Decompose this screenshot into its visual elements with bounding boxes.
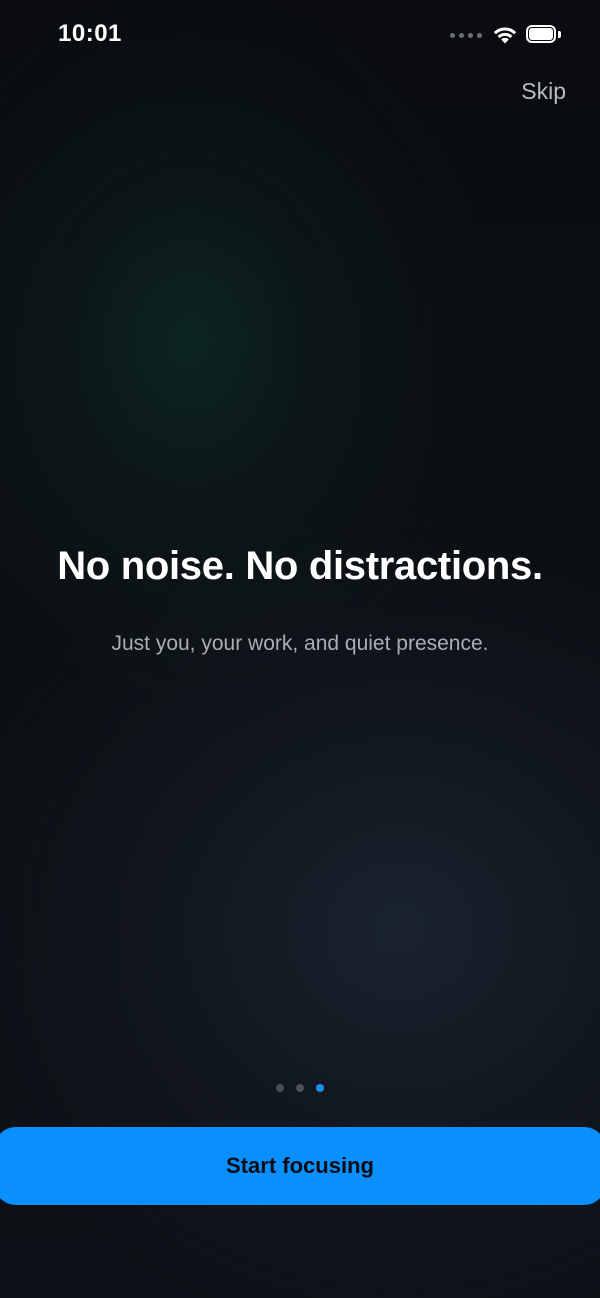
start-focusing-button[interactable]: Start focusing	[0, 1127, 600, 1205]
skip-button[interactable]: Skip	[521, 78, 566, 105]
page-dot-2[interactable]	[296, 1084, 304, 1092]
status-bar: 10:01	[0, 0, 600, 70]
battery-icon	[526, 25, 562, 45]
onboarding-headline: No noise. No distractions.	[57, 544, 543, 588]
status-icons	[450, 24, 562, 46]
page-indicator[interactable]	[0, 1084, 600, 1092]
status-time: 10:01	[58, 20, 122, 47]
cellular-signal-icon	[450, 32, 482, 38]
page-dot-3-active[interactable]	[316, 1084, 324, 1092]
page-dot-1[interactable]	[276, 1084, 284, 1092]
wifi-icon	[492, 25, 518, 45]
onboarding-subtitle: Just you, your work, and quiet presence.	[111, 632, 489, 655]
